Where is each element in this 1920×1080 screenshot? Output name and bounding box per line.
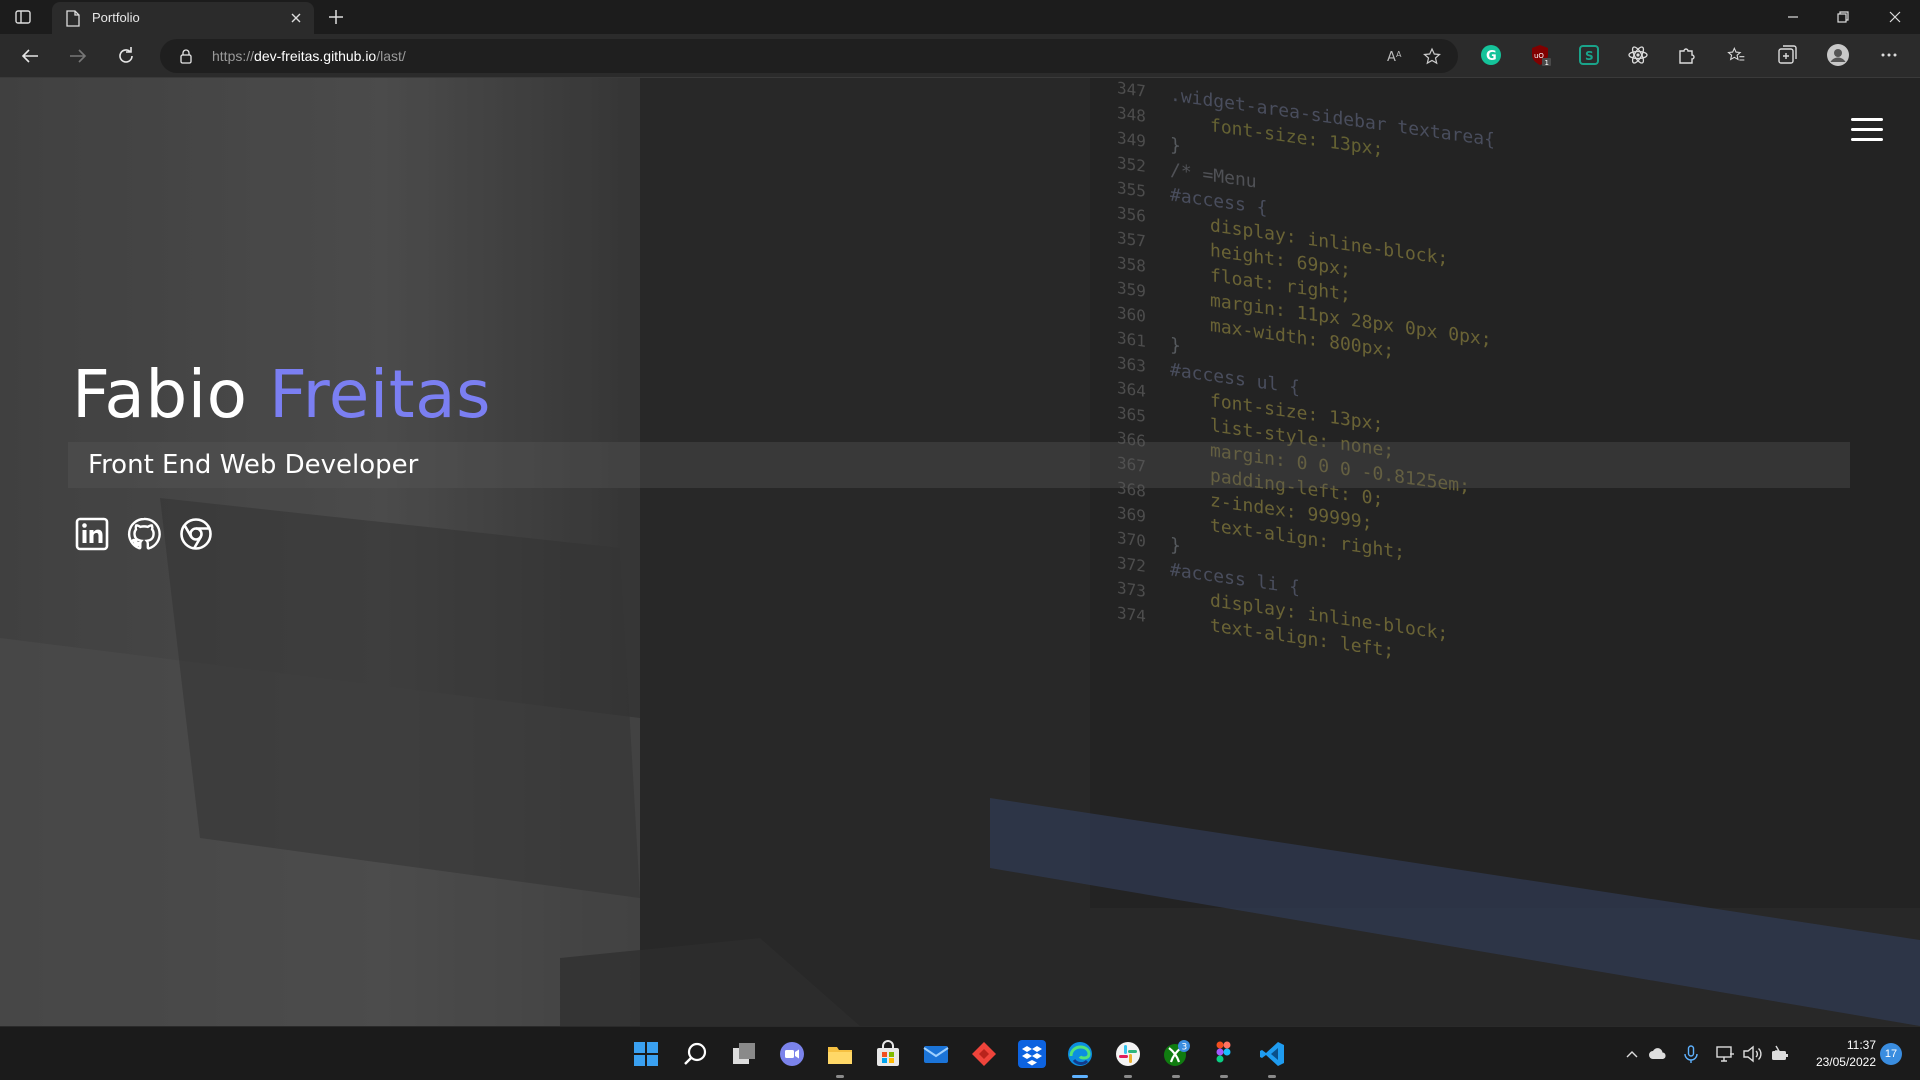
dark-overlay bbox=[0, 78, 1920, 1026]
url-host: dev-freitas.github.io bbox=[254, 48, 377, 64]
tab-actions-icon[interactable] bbox=[14, 8, 32, 26]
xbox-running-indicator bbox=[1172, 1075, 1180, 1078]
close-window-icon[interactable] bbox=[1884, 6, 1906, 28]
file-explorer-running-indicator bbox=[836, 1075, 844, 1078]
hero-last-name: Freitas bbox=[268, 356, 491, 433]
close-tab-icon[interactable] bbox=[288, 10, 304, 26]
figma-icon[interactable] bbox=[1210, 1040, 1238, 1068]
onedrive-cloud-icon[interactable] bbox=[1648, 1044, 1668, 1064]
forward-arrow-icon[interactable] bbox=[66, 44, 90, 68]
slack-running-indicator bbox=[1124, 1075, 1132, 1078]
task-view-icon[interactable] bbox=[730, 1040, 758, 1068]
edge-browser-icon[interactable] bbox=[1066, 1040, 1094, 1068]
svg-text:A: A bbox=[1387, 50, 1396, 65]
microsoft-store-icon[interactable] bbox=[874, 1040, 902, 1068]
github-icon[interactable] bbox=[126, 516, 162, 552]
more-options-icon[interactable] bbox=[1877, 43, 1901, 67]
hero-first-name: Fabio bbox=[72, 356, 248, 433]
clock-time: 11:37 bbox=[1846, 1038, 1876, 1052]
svg-text:S: S bbox=[1585, 49, 1594, 63]
tab-bar: Portfolio bbox=[0, 0, 1920, 34]
refresh-icon[interactable] bbox=[114, 44, 138, 68]
sider-extension-icon[interactable]: S bbox=[1577, 43, 1601, 67]
taskbar: 3 11:37 23/05/2022 17 bbox=[0, 1026, 1920, 1080]
notification-count-badge[interactable]: 17 bbox=[1880, 1043, 1902, 1065]
url-scheme: https:// bbox=[212, 48, 255, 64]
favorites-icon[interactable] bbox=[1726, 43, 1746, 67]
tab-title: Portfolio bbox=[92, 10, 140, 25]
slack-icon[interactable] bbox=[1114, 1040, 1142, 1068]
extensions-puzzle-icon[interactable] bbox=[1675, 43, 1699, 67]
system-clock[interactable]: 11:37 23/05/2022 bbox=[1798, 1037, 1876, 1071]
restore-icon[interactable] bbox=[1832, 6, 1854, 28]
file-explorer-icon[interactable] bbox=[826, 1040, 854, 1068]
chrome-icon[interactable] bbox=[178, 516, 214, 552]
dropbox-icon[interactable] bbox=[1018, 1040, 1046, 1068]
tab-portfolio[interactable]: Portfolio bbox=[52, 2, 314, 34]
clock-date: 23/05/2022 bbox=[1815, 1055, 1876, 1069]
back-arrow-icon[interactable] bbox=[18, 44, 42, 68]
ublock-origin-icon[interactable]: uO 1 bbox=[1528, 43, 1552, 67]
portfolio-page: 347 .widget-area-sidebar textarea{348 font… bbox=[0, 78, 1920, 1026]
vscode-icon[interactable] bbox=[1258, 1040, 1286, 1068]
page-icon bbox=[66, 10, 80, 27]
lock-icon[interactable] bbox=[178, 48, 194, 64]
url-path: /last/ bbox=[376, 48, 406, 64]
extension-badge: 1 bbox=[1545, 59, 1549, 67]
teams-chat-icon[interactable] bbox=[778, 1040, 806, 1068]
svg-text:G: G bbox=[1486, 49, 1497, 64]
mail-icon[interactable] bbox=[922, 1040, 950, 1068]
linkedin-icon[interactable] bbox=[74, 516, 110, 552]
microphone-icon[interactable] bbox=[1681, 1044, 1701, 1064]
profile-avatar-icon[interactable] bbox=[1826, 43, 1850, 67]
url-text[interactable]: https://dev-freitas.github.io/last/ bbox=[212, 48, 406, 64]
react-devtools-icon[interactable] bbox=[1626, 43, 1650, 67]
volume-icon[interactable] bbox=[1742, 1044, 1762, 1064]
read-aloud-icon[interactable]: AA bbox=[1386, 47, 1406, 65]
hamburger-menu-icon[interactable] bbox=[1851, 118, 1883, 142]
xbox-badge: 3 bbox=[1182, 1043, 1188, 1053]
show-hidden-icons-icon[interactable] bbox=[1622, 1044, 1642, 1064]
address-bar[interactable]: https://dev-freitas.github.io/last/ AA bbox=[160, 39, 1458, 73]
navigation-bar: https://dev-freitas.github.io/last/ AA G… bbox=[0, 34, 1920, 78]
svg-text:A: A bbox=[1396, 50, 1402, 59]
battery-icon[interactable] bbox=[1769, 1044, 1789, 1064]
hero-name: Fabio Freitas bbox=[72, 356, 491, 433]
hero-tagline: Front End Web Developer bbox=[88, 450, 419, 480]
start-menu-icon[interactable] bbox=[632, 1040, 660, 1068]
minimize-icon[interactable] bbox=[1782, 6, 1804, 28]
anydesk-icon[interactable] bbox=[970, 1040, 998, 1068]
new-tab-icon[interactable] bbox=[326, 7, 346, 27]
collections-icon[interactable] bbox=[1775, 43, 1799, 67]
xbox-icon[interactable]: 3 bbox=[1162, 1040, 1190, 1068]
vscode-running-indicator bbox=[1268, 1075, 1276, 1078]
figma-running-indicator bbox=[1220, 1075, 1228, 1078]
grammarly-icon[interactable]: G bbox=[1479, 43, 1503, 67]
edge-active-indicator bbox=[1072, 1075, 1088, 1078]
network-icon[interactable] bbox=[1715, 1044, 1735, 1064]
add-favorite-icon[interactable] bbox=[1422, 47, 1442, 67]
search-icon[interactable] bbox=[682, 1040, 710, 1068]
